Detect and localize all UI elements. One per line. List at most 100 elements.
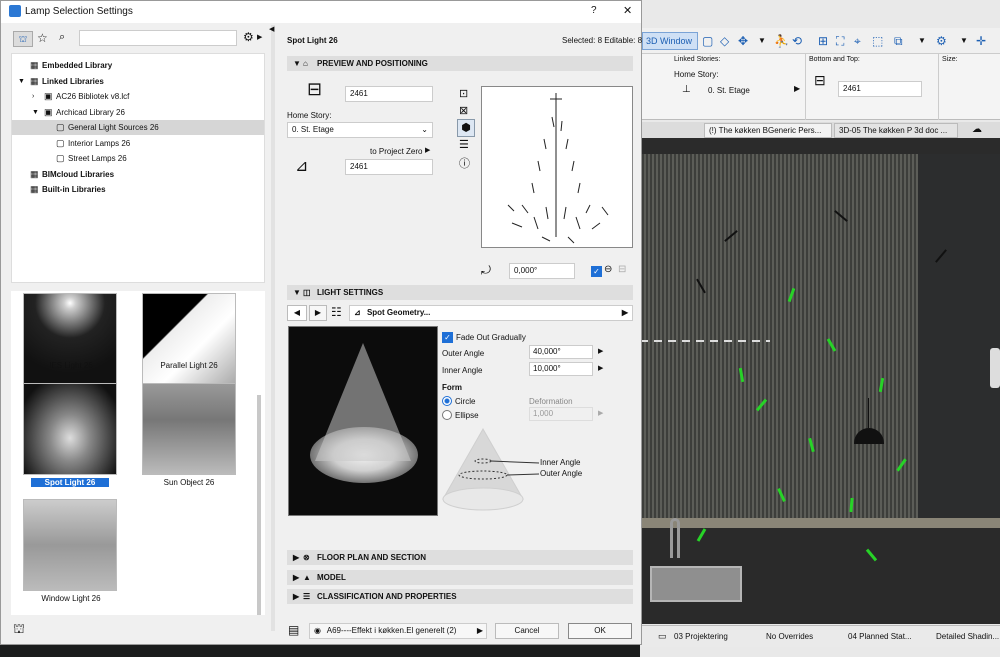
chevron-down-icon[interactable]: ▼ (18, 74, 25, 89)
library-view-icon[interactable]: ⛫ (13, 31, 33, 47)
status-item-1[interactable]: 03 Projektering (674, 632, 728, 641)
library-tree-item[interactable]: ▢ Street Lamps 26 (12, 151, 264, 166)
preview-canvas[interactable] (481, 86, 633, 248)
thumbnail-label[interactable]: IES Light 26 (11, 361, 131, 370)
help-button[interactable]: ? (591, 5, 597, 16)
library-tree-item[interactable]: ▦ Built-in Libraries (12, 182, 264, 197)
library-tree-label: Linked Libraries (42, 76, 104, 86)
view-list-icon[interactable]: ☰ (459, 138, 469, 151)
view-section-icon[interactable]: ⊠ (459, 104, 468, 117)
layers-icon[interactable]: ⧉ (894, 34, 903, 49)
object-name: Spot Light 26 (287, 36, 338, 45)
elevation-field[interactable]: 2461 (345, 159, 433, 175)
chevron-right-icon[interactable]: ▶ (257, 33, 262, 41)
status-icon[interactable]: ▭ (658, 631, 667, 642)
library-tree-item[interactable]: ▼ ▦ Linked Libraries (12, 74, 264, 89)
gear-icon[interactable]: ⚙ (243, 30, 254, 44)
mirror-icon[interactable]: ⊟ (618, 264, 626, 275)
bottom-elevation-field[interactable]: 2461 (838, 81, 922, 97)
thumbnail-label[interactable]: Parallel Light 26 (129, 361, 249, 370)
chevron-down-icon[interactable]: ▼ (758, 36, 766, 45)
cube-icon[interactable]: ▢ (702, 34, 713, 48)
library-tree-item[interactable]: ▦ BIMcloud Libraries (12, 167, 264, 182)
thumbnail-ies-light[interactable] (23, 293, 117, 385)
status-item-4[interactable]: Detailed Shadin... (936, 632, 999, 641)
cancel-button[interactable]: Cancel (495, 623, 559, 639)
orbit-icon[interactable]: ⟲ (792, 34, 802, 48)
link-icon[interactable]: ⊖ (604, 264, 612, 275)
move-icon[interactable]: ✛ (976, 34, 986, 48)
view-plan-icon[interactable]: ⊡ (459, 87, 468, 100)
library-tree-item[interactable]: › ▣ AC26 Bibliotek v8.lcf (12, 89, 264, 104)
library-tree-item[interactable]: ▦ Embedded Library (12, 58, 264, 73)
thumbnail-label[interactable]: Sun Object 26 (129, 478, 249, 487)
library-tree-item[interactable]: ▼ ▣ Archicad Library 26 (12, 105, 264, 120)
preview-section-header[interactable]: ▼ ⌂ PREVIEW AND POSITIONING (287, 56, 633, 71)
next-page-button[interactable]: ▶ (309, 305, 327, 321)
light-settings-header[interactable]: ▼ ◫ LIGHT SETTINGS (287, 285, 633, 300)
page-dropdown[interactable]: ⊿ Spot Geometry... ▶ (349, 305, 633, 321)
thumbnail-label[interactable]: Window Light 26 (11, 594, 131, 603)
search-input[interactable] (79, 30, 237, 46)
chevron-right-icon[interactable]: ▶ (425, 146, 430, 154)
rotation-angle-field[interactable]: 0,000° (509, 263, 575, 279)
floor-plan-section-header[interactable]: ▶ ⊗ FLOOR PLAN AND SECTION (287, 550, 633, 565)
tab-menu-icon[interactable]: ☁ (972, 124, 982, 135)
chevron-right-icon[interactable]: ▶ (598, 347, 603, 355)
chevron-down-icon[interactable]: ▼ (918, 36, 926, 45)
ellipse-radio[interactable] (442, 410, 452, 420)
view-tab-2[interactable]: 3D-05 The køkken P 3d doc ... (834, 123, 958, 138)
status-item-3[interactable]: 04 Planned Stat... (848, 632, 912, 641)
home-story-select[interactable]: 0. St. Etage ⌄ (287, 122, 433, 138)
settings-icon[interactable]: ⚙ (936, 34, 947, 48)
walk-icon[interactable]: ⛹ (774, 34, 789, 48)
chevron-down-icon[interactable]: ▼ (32, 105, 39, 120)
thumbnail-parallel-light[interactable] (142, 293, 236, 385)
ellipse-label: Ellipse (455, 411, 479, 420)
ok-button[interactable]: OK (568, 623, 632, 639)
circle-radio[interactable] (442, 396, 452, 406)
outer-angle-field[interactable]: 40,000° (529, 345, 593, 359)
library-manager-icon[interactable]: ⛫ (13, 621, 25, 639)
target-icon[interactable]: ⌖ (854, 34, 861, 49)
layer-selector[interactable]: ◉ A69----Effekt i køkken.El generelt (2)… (309, 623, 487, 639)
thumbnail-label-selected[interactable]: Spot Light 26 (31, 478, 109, 487)
fade-out-checkbox[interactable]: ✓ (442, 332, 453, 343)
status-item-2[interactable]: No Overrides (766, 632, 813, 641)
model-section-header[interactable]: ▶ ▲ MODEL (287, 570, 633, 585)
thumbnail-sun-object[interactable] (142, 383, 236, 475)
classification-section-header[interactable]: ▶ ☰ CLASSIFICATION AND PROPERTIES (287, 589, 633, 604)
search-icon[interactable]: ⌕ (59, 31, 65, 44)
thumbnail-scrollbar[interactable] (257, 395, 261, 615)
3d-viewport[interactable] (640, 138, 1000, 624)
previous-page-button[interactable]: ◀ (287, 305, 307, 321)
inner-angle-field[interactable]: 10,000° (529, 362, 593, 376)
transform-icon[interactable]: ✥ (738, 34, 748, 48)
pane-splitter[interactable] (271, 25, 275, 631)
info-icon[interactable]: ⓘ (459, 155, 470, 171)
lamp-height-field[interactable]: 2461 (345, 86, 433, 102)
frame-icon[interactable]: ⛶ (836, 34, 844, 49)
chevron-down-icon[interactable]: ▼ (960, 36, 968, 45)
3d-window-button[interactable]: 3D Window (642, 32, 698, 50)
library-tree-item[interactable]: ▢ General Light Sources 26 (12, 120, 264, 135)
view-3d-icon[interactable]: ⬢ (457, 119, 475, 137)
view-tab-1[interactable]: (!) The køkken BGeneric Pers... (704, 123, 832, 138)
chevron-right-icon[interactable]: ▶ (598, 364, 603, 372)
favorites-star-icon[interactable]: ☆ (37, 31, 48, 45)
dialog-title-bar: Lamp Selection Settings ? ✕ (1, 1, 641, 23)
grid-icon[interactable]: ⊞ (818, 34, 828, 48)
page-list-icon[interactable]: ☷ (331, 305, 342, 319)
select-icon[interactable]: ⬚ (872, 34, 883, 48)
home-story-value[interactable]: 0. St. Etage (708, 86, 750, 95)
scrollbar-handle[interactable] (990, 348, 1000, 388)
chevron-right-icon[interactable]: › (32, 89, 34, 104)
thumbnail-spot-light[interactable] (23, 383, 117, 475)
thumbnail-window-light[interactable] (23, 499, 117, 591)
mirror-checkbox[interactable]: ✓ (591, 266, 602, 277)
library-tree-item[interactable]: ▢ Interior Lamps 26 (12, 136, 264, 151)
collapse-left-icon[interactable]: ◀ (269, 25, 274, 33)
box-icon[interactable]: ◇ (720, 34, 729, 48)
chevron-right-icon[interactable]: ▶ (794, 84, 800, 93)
close-button[interactable]: ✕ (623, 4, 632, 17)
